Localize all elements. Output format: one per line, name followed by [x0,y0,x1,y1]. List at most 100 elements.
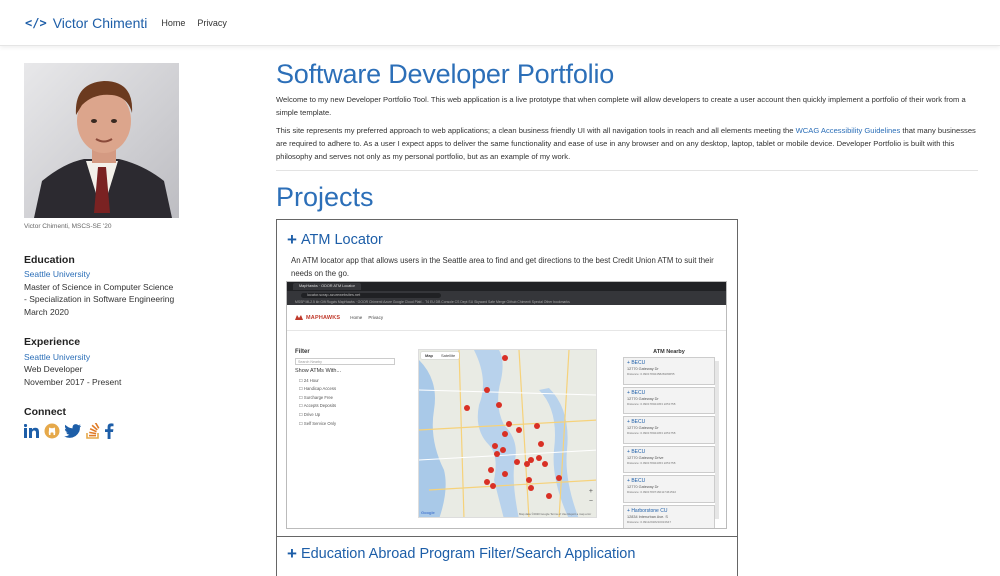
atm-nearby-heading: ATM Nearby [653,349,685,355]
education-degree: Master of Science in Computer Science [24,281,174,292]
atm-list-item: + BECU 12770 Gateway Drive Distance: 0.0… [623,445,715,473]
atm-address: 12770 Gateway Dr [627,396,659,401]
intro-paragraph: Welcome to my new Developer Portfolio To… [276,95,966,117]
atm-address: 12834 Interurban Ave. S [627,514,668,519]
connect-heading: Connect [24,406,66,418]
map-tab-map: Map [425,353,433,358]
atm-name-text: BECU [631,389,646,396]
filter-option: ☐ 24 Hour [299,377,319,383]
filter-option-label: Accepts Deposits [303,403,337,409]
social-links [24,422,184,439]
atm-list-item: + Harborstone CU 12834 Interurban Ave. S… [623,504,715,528]
app-logo-text: MAPHAWKS [306,314,341,321]
atm-name: + BECU [627,478,646,484]
photo-caption: Victor Chimenti, MSCS-SE '20 [24,223,112,230]
atm-list-item: + BECU 12770 Gateway Dr Distance: 0.0901… [623,386,715,414]
atm-nearby-panel: ATM Nearby + BECU 12770 Gateway Dr Dista… [623,349,719,528]
education-date: March 2020 [24,306,69,317]
code-brackets-icon: </> [25,15,47,30]
profile-sidebar: Victor Chimenti, MSCS-SE '20 Education S… [24,63,184,439]
stackoverflow-icon[interactable] [86,422,100,439]
atm-distance: Distance: 0.09112918210013647 [627,519,671,524]
filter-option: ☐ Surcharge Free [299,394,334,400]
brand-link[interactable]: </> Victor Chimenti [25,15,147,31]
filter-option: ☐ Accepts Deposits [299,403,337,409]
nav-privacy-link[interactable]: Privacy [197,18,227,28]
atm-list-item: + BECU 12770 Gateway Dr Distance: 0.0901… [623,475,715,503]
browser-tab: MapHawks · ODOR ATM Locator [293,283,361,290]
map-graphic [419,350,596,517]
project-title-atm-locator[interactable]: + ATM Locator [287,230,737,250]
expand-plus-icon[interactable]: + [287,544,297,564]
filter-option-label: Self Service Only [303,420,337,426]
atm-list-item: + BECU 12770 Gateway Dr Distance: 0.0901… [623,357,715,385]
filter-panel: Filter Search Nearby Show ATMs With... ☐… [295,349,395,426]
atm-name: + BECU [627,360,646,366]
filter-heading: Filter [295,349,310,355]
atm-map: Map Satellite + − Google Map data ©2020 … [418,349,597,518]
linkedin-icon[interactable] [24,423,40,438]
top-navbar: </> Victor Chimenti Home Privacy [0,0,1000,46]
atm-address: 12770 Gateway Dr [627,485,659,489]
atm-name-text: BECU [631,419,646,425]
atm-distance: Distance: 0.090178024453 2251758 [627,431,676,435]
hawk-logo-icon [295,315,303,320]
project-card-education-abroad: + Education Abroad Program Filter/Search… [276,536,738,576]
app-nav-privacy: Privacy [368,315,384,320]
github-icon[interactable] [44,423,60,439]
atm-name-text: BECU [631,360,646,366]
project-title-education-abroad[interactable]: + Education Abroad Program Filter/Search… [287,544,737,564]
browser-toolbar: locator.scrap.azurewebsites.net [287,291,726,299]
atm-name: + BECU [627,448,646,455]
expand-plus-icon[interactable]: + [287,230,297,250]
filter-option-label: Handicap Access [303,386,337,392]
atm-name: + BECU [627,419,646,425]
atm-distance: Distance: 0.090178024453 2251758 [627,460,676,465]
brand-name: Victor Chimenti [52,14,148,31]
filter-search-input: Search Nearby [295,358,395,365]
atm-name-text: Harborstone CU [631,507,668,514]
browser-url-bar: locator.scrap.azurewebsites.net [301,292,441,298]
zoom-out-icon: − [588,498,593,505]
atm-name: + BECU [627,389,646,396]
app-nav-home: Home [350,315,363,320]
filter-subheading: Show ATMs With... [295,368,342,374]
twitter-icon[interactable] [64,423,82,438]
google-logo: Google [421,510,435,515]
atm-distance: Distance: 0.0901780245828180655 [627,372,675,376]
projects-heading: Projects [276,181,374,212]
wcag-guidelines-link[interactable]: WCAG Accessibility Guidelines [796,126,901,135]
education-heading: Education [24,253,75,266]
atm-distance: Distance: 0.090178024453 2251758 [627,401,676,406]
main-content: Software Developer Portfolio Welcome to … [276,58,978,213]
experience-heading: Experience [24,336,81,348]
education-school-link[interactable]: Seattle University [24,269,90,279]
app-header: MAPHAWKS Home Privacy [287,305,726,331]
filter-option: ☐ Handicap Access [299,386,337,392]
browser-tabstrip: MapHawks · ODOR ATM Locator [287,282,726,291]
filter-option-label: Drive Up [303,411,321,417]
zoom-in-icon: + [588,488,593,495]
map-type-tabs: Map Satellite [421,352,460,359]
project-title-text: ATM Locator [300,232,383,248]
experience-employer-link[interactable]: Seattle University [24,352,90,362]
atm-name-text: BECU [631,478,646,484]
map-footer: Map data ©2020 Google Terms of Use Repor… [519,512,592,516]
filter-option-label: 24 Hour [303,377,319,383]
experience-role: Web Developer [24,364,83,374]
atm-address: 12770 Gateway Dr [627,426,659,430]
atm-distance: Distance: 0.09017807160117461532 [627,490,676,494]
page-title: Software Developer Portfolio [276,59,615,89]
experience-dates: November 2017 - Present [24,376,122,387]
facebook-icon[interactable] [104,422,114,439]
approach-text-start: This site represents my preferred approa… [276,126,796,136]
filter-option: ☐ Drive Up [299,411,321,417]
atm-locator-screenshot: MapHawks · ODOR ATM Locator locator.scra… [286,281,727,529]
nav-home-link[interactable]: Home [161,18,185,28]
atm-list-item: + BECU 12770 Gateway Dr Distance: 0.0901… [623,416,715,444]
section-divider [276,169,978,171]
atm-name-text: BECU [631,448,646,455]
project-title-text: Education Abroad Program Filter/Search A… [300,546,636,562]
education-specialization: - Specialization in Software Engineering [24,294,175,304]
atm-address: 12770 Gateway Dr [627,367,659,371]
